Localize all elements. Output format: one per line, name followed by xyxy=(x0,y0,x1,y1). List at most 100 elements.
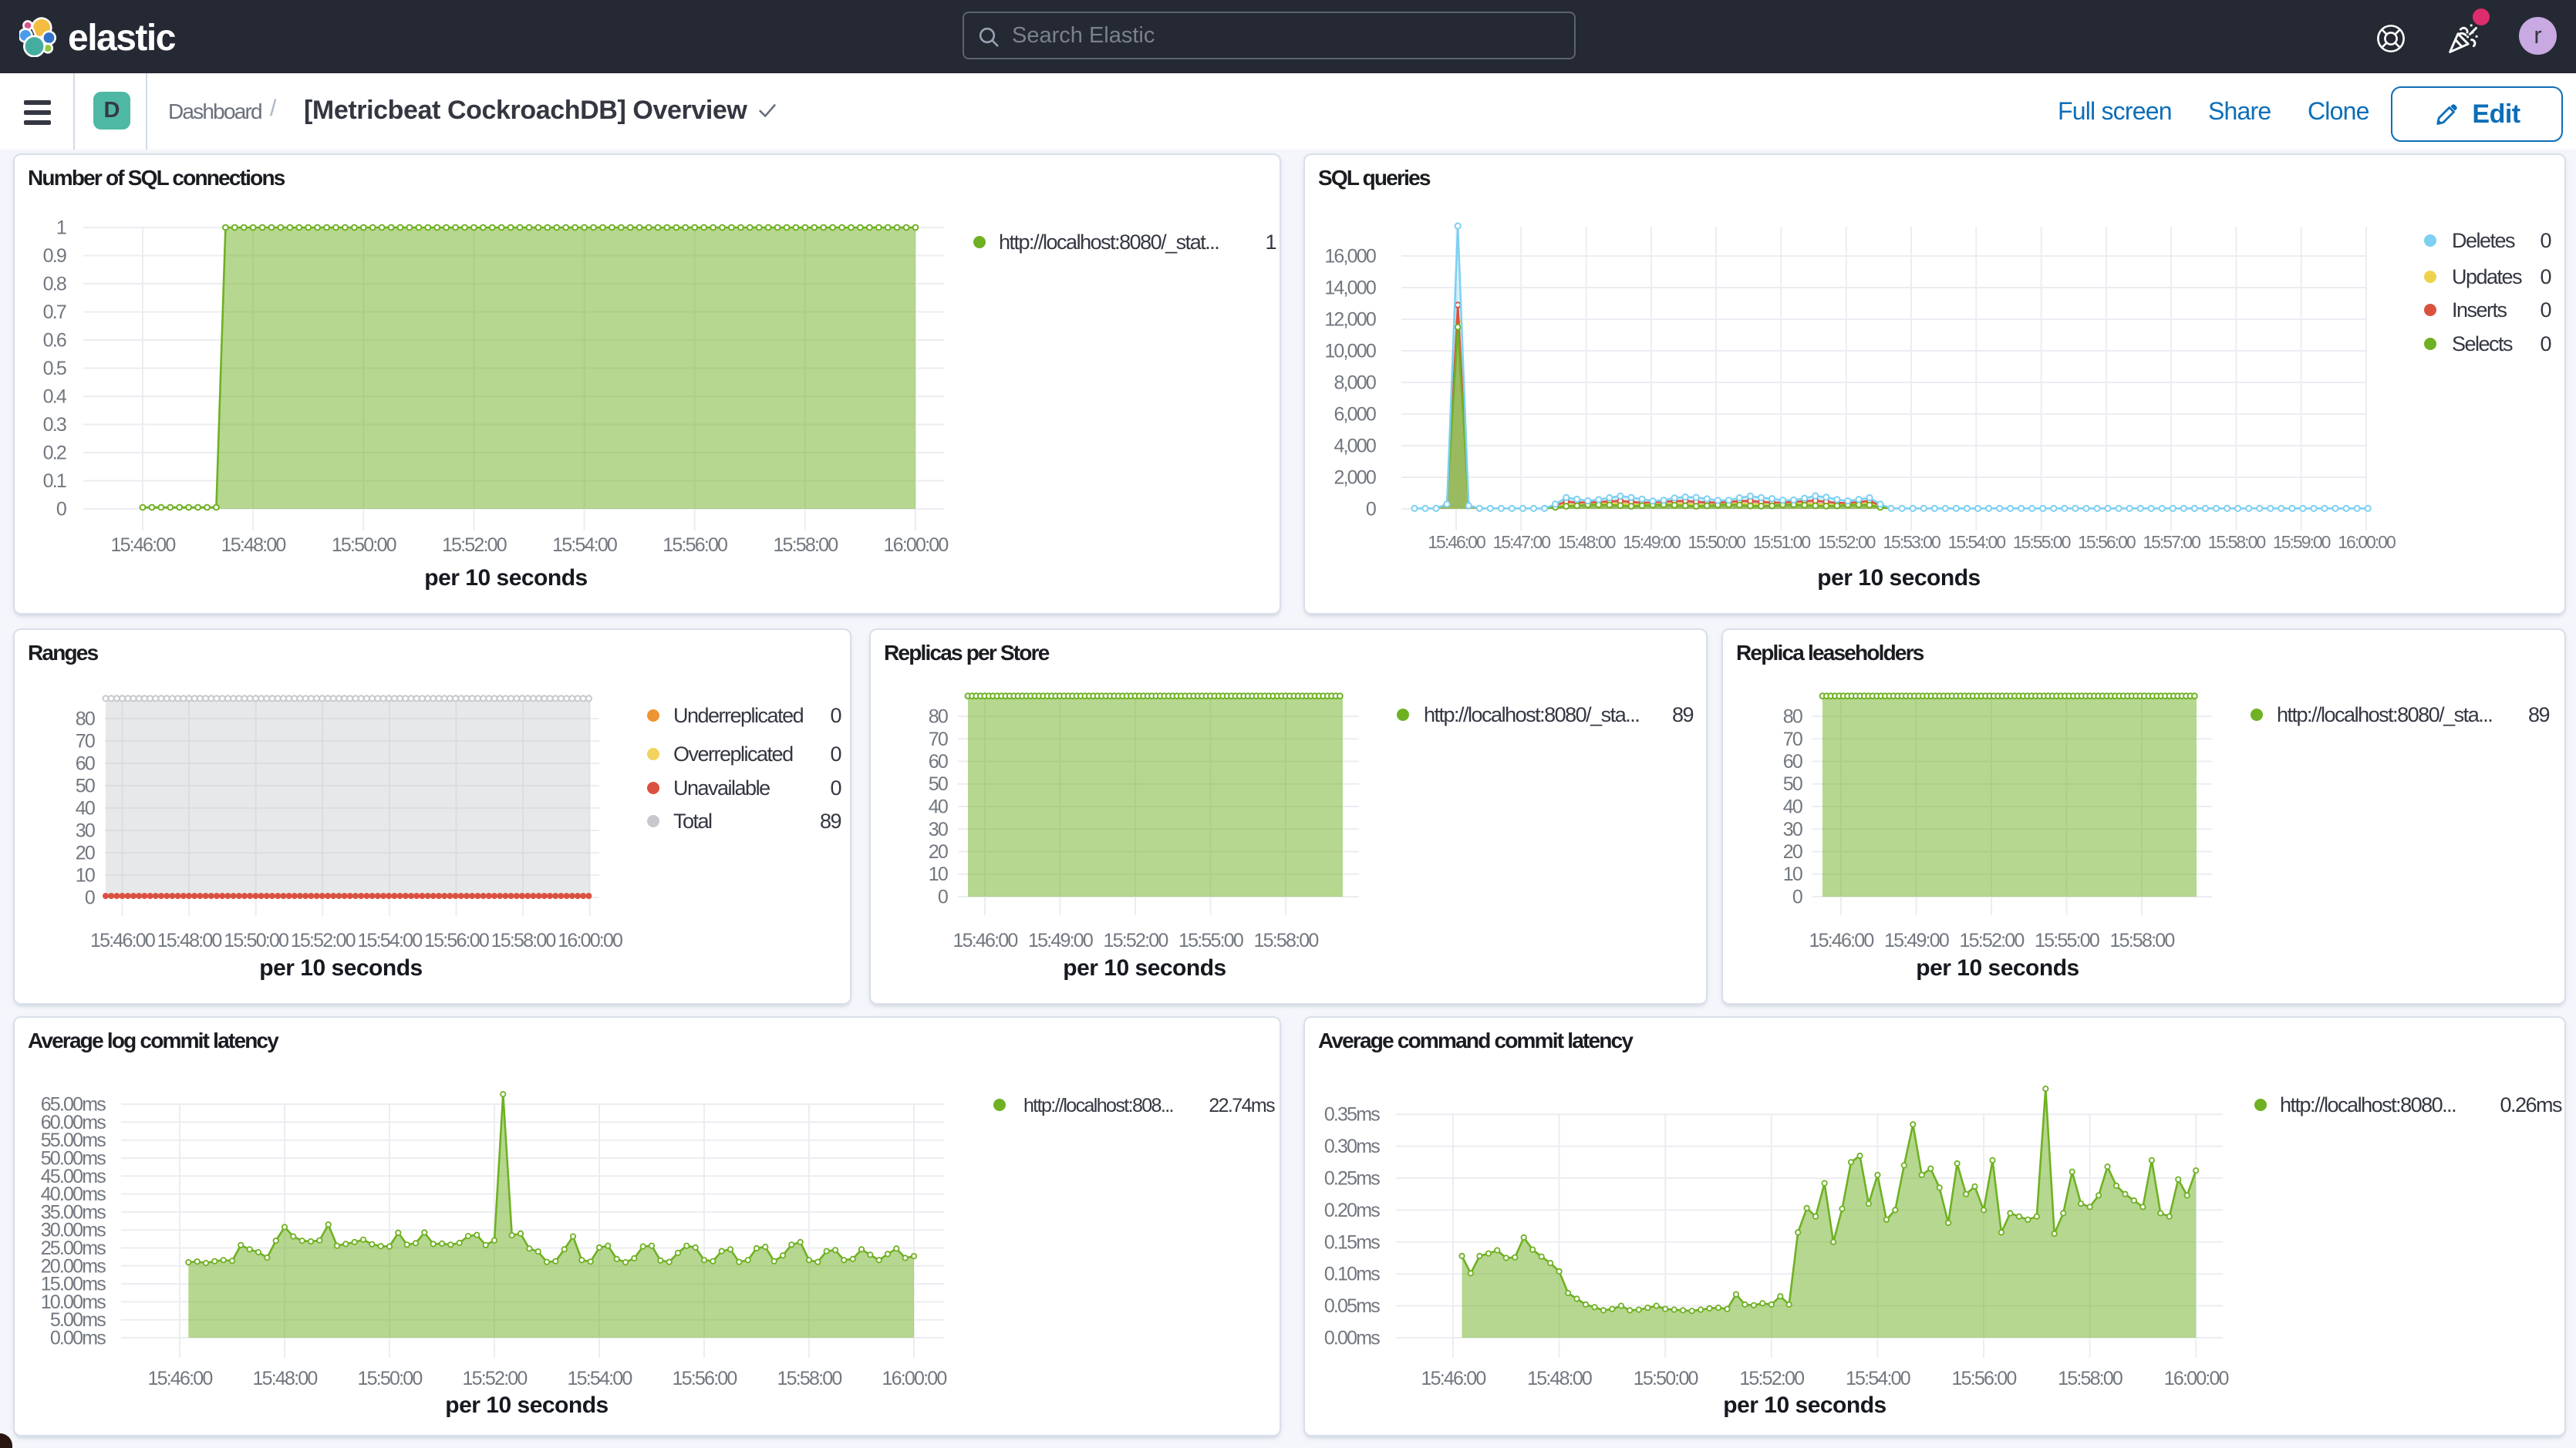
svg-text:Inserts: Inserts xyxy=(2452,298,2507,322)
svg-text:15:46:00: 15:46:00 xyxy=(1428,532,1485,552)
svg-text:Overreplicated: Overreplicated xyxy=(673,743,793,766)
svg-text:2,000: 2,000 xyxy=(1334,467,1375,489)
svg-text:15:48:00: 15:48:00 xyxy=(253,1368,318,1389)
svg-text:12,000: 12,000 xyxy=(1324,309,1376,331)
svg-text:per 10 seconds: per 10 seconds xyxy=(445,1392,608,1418)
svg-text:15:55:00: 15:55:00 xyxy=(2013,532,2071,552)
svg-text:80: 80 xyxy=(1783,706,1802,728)
svg-text:15:52:00: 15:52:00 xyxy=(1818,532,1876,552)
svg-text:Underreplicated: Underreplicated xyxy=(673,704,804,727)
svg-text:15:58:00: 15:58:00 xyxy=(777,1368,842,1389)
svg-text:15:56:00: 15:56:00 xyxy=(673,1368,737,1389)
svg-text:15:52:00: 15:52:00 xyxy=(1104,930,1168,951)
svg-text:0: 0 xyxy=(2540,298,2551,322)
svg-text:15:47:00: 15:47:00 xyxy=(1493,532,1551,552)
svg-text:15:46:00: 15:46:00 xyxy=(1809,930,1874,951)
svg-text:15:57:00: 15:57:00 xyxy=(2143,532,2200,552)
svg-text:30: 30 xyxy=(929,819,948,840)
svg-text:80: 80 xyxy=(76,709,95,730)
svg-text:0.7: 0.7 xyxy=(43,301,66,323)
svg-text:15:54:00: 15:54:00 xyxy=(1948,532,2006,552)
svg-text:65.00ms: 65.00ms xyxy=(41,1094,106,1116)
svg-text:15:58:00: 15:58:00 xyxy=(1254,930,1319,951)
svg-text:15:51:00: 15:51:00 xyxy=(1753,532,1811,552)
svg-text:http://localhost:8080/_stat...: http://localhost:8080/_stat... xyxy=(999,231,1219,254)
svg-text:15:50:00: 15:50:00 xyxy=(1688,532,1745,552)
svg-text:Selects: Selects xyxy=(2452,332,2513,355)
svg-text:60: 60 xyxy=(76,753,95,775)
svg-text:15:46:00: 15:46:00 xyxy=(111,534,176,556)
svg-text:0: 0 xyxy=(1366,499,1376,520)
svg-text:30: 30 xyxy=(1783,819,1802,840)
svg-text:Deletes: Deletes xyxy=(2452,229,2515,252)
svg-text:15:53:00: 15:53:00 xyxy=(1883,532,1940,552)
svg-text:0: 0 xyxy=(2540,229,2551,252)
svg-text:Updates: Updates xyxy=(2452,265,2522,288)
svg-text:15:48:00: 15:48:00 xyxy=(1558,532,1616,552)
svg-text:50: 50 xyxy=(1783,773,1802,795)
svg-text:0.8: 0.8 xyxy=(43,274,66,295)
svg-text:http://localhost:8080/_sta...: http://localhost:8080/_sta... xyxy=(1424,703,1639,726)
svg-text:Total: Total xyxy=(673,810,712,833)
svg-text:http://localhost:8080/_sta...: http://localhost:8080/_sta... xyxy=(2277,703,2492,726)
svg-text:16:00:00: 16:00:00 xyxy=(882,1368,947,1389)
svg-text:70: 70 xyxy=(76,731,95,753)
svg-text:14,000: 14,000 xyxy=(1324,278,1376,299)
svg-text:50: 50 xyxy=(76,776,95,797)
svg-text:0.20ms: 0.20ms xyxy=(1324,1200,1380,1221)
svg-text:15:46:00: 15:46:00 xyxy=(1421,1368,1486,1389)
svg-text:0: 0 xyxy=(2540,265,2551,288)
svg-text:15:52:00: 15:52:00 xyxy=(442,534,507,556)
svg-text:10: 10 xyxy=(1783,864,1802,885)
svg-text:1: 1 xyxy=(56,217,66,239)
svg-text:per 10 seconds: per 10 seconds xyxy=(1817,565,1980,591)
svg-text:60: 60 xyxy=(929,751,948,773)
svg-text:http://localhost:8080...: http://localhost:8080... xyxy=(2280,1093,2456,1116)
svg-text:70: 70 xyxy=(1783,729,1802,750)
svg-text:per 10 seconds: per 10 seconds xyxy=(259,955,422,981)
svg-text:0: 0 xyxy=(830,743,841,766)
svg-text:20: 20 xyxy=(929,841,948,863)
svg-text:89: 89 xyxy=(820,810,841,833)
svg-text:15:48:00: 15:48:00 xyxy=(157,930,222,951)
svg-text:89: 89 xyxy=(1672,703,1694,726)
svg-text:70: 70 xyxy=(929,729,948,750)
svg-text:89: 89 xyxy=(2528,703,2550,726)
svg-text:0.4: 0.4 xyxy=(43,386,67,408)
svg-text:0.15ms: 0.15ms xyxy=(1324,1231,1380,1253)
svg-text:per 10 seconds: per 10 seconds xyxy=(1723,1392,1886,1418)
svg-text:15:52:00: 15:52:00 xyxy=(291,930,356,951)
svg-text:0.6: 0.6 xyxy=(43,330,66,352)
svg-text:15:46:00: 15:46:00 xyxy=(90,930,155,951)
svg-text:15:58:00: 15:58:00 xyxy=(2208,532,2266,552)
svg-text:40: 40 xyxy=(76,798,95,820)
svg-text:15:50:00: 15:50:00 xyxy=(358,1368,423,1389)
svg-text:16:00:00: 16:00:00 xyxy=(884,534,949,556)
svg-text:15:46:00: 15:46:00 xyxy=(148,1368,213,1389)
svg-text:0.05ms: 0.05ms xyxy=(1324,1295,1380,1317)
svg-text:60: 60 xyxy=(1783,751,1802,773)
svg-text:Unavailable: Unavailable xyxy=(673,776,770,800)
svg-text:10: 10 xyxy=(76,865,95,887)
svg-text:15:54:00: 15:54:00 xyxy=(568,1368,632,1389)
svg-text:15:58:00: 15:58:00 xyxy=(2058,1368,2123,1389)
svg-text:40: 40 xyxy=(929,796,948,818)
svg-text:0.10ms: 0.10ms xyxy=(1324,1264,1380,1285)
svg-text:0.1: 0.1 xyxy=(43,470,66,492)
svg-text:16:00:00: 16:00:00 xyxy=(2338,532,2396,552)
svg-text:15:46:00: 15:46:00 xyxy=(953,930,1018,951)
svg-text:per 10 seconds: per 10 seconds xyxy=(1916,955,2079,981)
svg-text:15:56:00: 15:56:00 xyxy=(2078,532,2136,552)
svg-text:16:00:00: 16:00:00 xyxy=(2164,1368,2229,1389)
svg-text:15:52:00: 15:52:00 xyxy=(1739,1368,1804,1389)
svg-text:0.9: 0.9 xyxy=(43,245,66,267)
svg-text:4,000: 4,000 xyxy=(1334,436,1375,457)
svg-text:10: 10 xyxy=(929,864,948,885)
svg-text:20: 20 xyxy=(1783,841,1802,863)
svg-text:15:54:00: 15:54:00 xyxy=(552,534,617,556)
svg-text:0.30ms: 0.30ms xyxy=(1324,1136,1380,1157)
svg-text:15:52:00: 15:52:00 xyxy=(463,1368,528,1389)
svg-text:15:56:00: 15:56:00 xyxy=(1952,1368,2017,1389)
svg-text:30: 30 xyxy=(76,820,95,842)
svg-text:15:48:00: 15:48:00 xyxy=(1527,1368,1592,1389)
